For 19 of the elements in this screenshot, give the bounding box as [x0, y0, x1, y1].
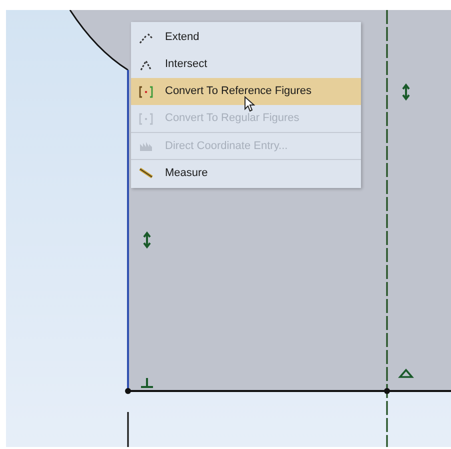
- menu-item[interactable]: Convert To Reference Figures: [131, 78, 361, 105]
- vertical-constraint-icon: [143, 231, 151, 249]
- chart-icon: [139, 140, 153, 152]
- perpendicular-icon: [140, 377, 154, 388]
- triangle-icon: [398, 368, 414, 378]
- intersect-icon: [139, 58, 153, 70]
- ruler-icon: [139, 167, 153, 179]
- endpoint-icon: [125, 388, 131, 394]
- lower-line: [127, 412, 129, 447]
- cursor-icon: [244, 96, 255, 112]
- arc-line: [69, 10, 128, 71]
- bracket-icon: [139, 86, 153, 98]
- menu-item[interactable]: Measure: [131, 159, 361, 186]
- menu-item[interactable]: Intersect: [131, 51, 361, 78]
- menu-item[interactable]: Extend: [131, 24, 361, 51]
- vertical-constraint-icon: [402, 83, 410, 101]
- bracket-icon: [139, 112, 153, 124]
- extend-icon: [139, 32, 153, 44]
- endpoint-icon: [384, 388, 390, 394]
